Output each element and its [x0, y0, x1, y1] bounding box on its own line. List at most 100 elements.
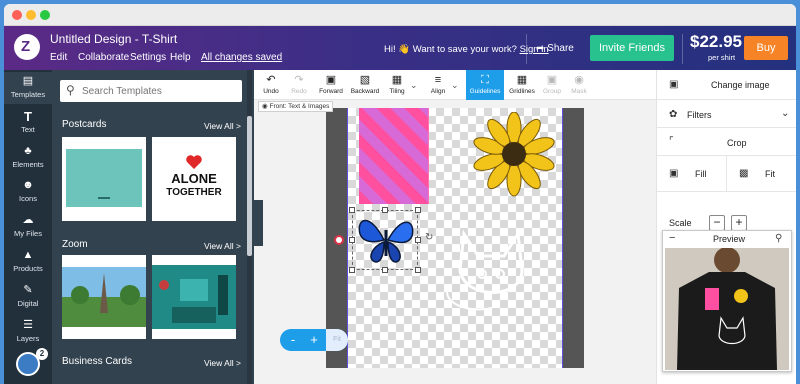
- nav-products-label: Products: [13, 264, 43, 273]
- close-window-button[interactable]: [12, 10, 22, 20]
- nav-digital-label: Digital: [17, 299, 39, 308]
- view-label[interactable]: ◉ Front: Text & Images: [258, 101, 334, 112]
- align-dropdown-chevron-icon[interactable]: ⌄: [451, 80, 459, 91]
- share-label: Share: [547, 43, 574, 54]
- nav-icons[interactable]: ☻ Icons: [4, 176, 52, 208]
- drag-handle[interactable]: [334, 235, 344, 245]
- nav-text[interactable]: T Text: [4, 107, 52, 139]
- nav-digital[interactable]: ✎ Digital: [4, 281, 52, 313]
- template-thumb-zoom-room[interactable]: [152, 255, 236, 339]
- resize-handle[interactable]: [382, 267, 388, 273]
- gridlines-button[interactable]: ▦ Gridlines: [507, 70, 537, 100]
- nav-elements[interactable]: ♣ Elements: [4, 142, 52, 174]
- align-button[interactable]: ≡ Align: [426, 70, 450, 100]
- undo-button[interactable]: ↶ Undo: [259, 70, 283, 100]
- section-title-zoom: Zoom: [62, 239, 88, 250]
- scale-down-button[interactable]: −: [709, 215, 725, 231]
- redo-label: Redo: [291, 88, 307, 95]
- template-thumb-alone-together[interactable]: ALONE TOGETHER: [152, 137, 236, 221]
- zoom-icon[interactable]: ⚲: [775, 233, 782, 244]
- backward-button[interactable]: ▧ Backward: [348, 70, 382, 100]
- tiling-icon: ▦: [391, 74, 403, 86]
- filters-row[interactable]: ✿ Filters ⌄: [657, 100, 796, 128]
- templates-scroll-thumb[interactable]: [247, 116, 252, 256]
- zazzle-logo[interactable]: Z: [14, 34, 40, 60]
- fit-icon: ▩: [739, 168, 749, 179]
- menu-help[interactable]: Help: [170, 52, 191, 63]
- resize-handle[interactable]: [415, 207, 421, 213]
- selection-box[interactable]: [352, 210, 418, 270]
- view-all-zoom-link[interactable]: View All >: [204, 241, 241, 251]
- crop-icon: ⌜: [669, 136, 674, 147]
- resize-handle[interactable]: [415, 237, 421, 243]
- crop-label: Crop: [727, 138, 747, 148]
- group-icon: ▣: [546, 74, 558, 86]
- guidelines-label: Guidelines: [469, 88, 501, 95]
- mask-button[interactable]: ◉ Mask: [568, 70, 590, 100]
- minimize-window-button[interactable]: [26, 10, 36, 20]
- chevron-down-icon: ⌄: [781, 108, 790, 119]
- text-icon: T: [24, 109, 32, 124]
- filters-label: Filters: [687, 110, 712, 120]
- tshirt-preview-image[interactable]: [665, 248, 789, 370]
- maximize-window-button[interactable]: [40, 10, 50, 20]
- change-image-row[interactable]: ▣ Change image: [657, 70, 796, 100]
- tshirt-model-graphic: [665, 248, 789, 370]
- crop-row[interactable]: ⌜ Crop: [657, 128, 796, 156]
- tshirt-icon: ▲: [22, 249, 34, 261]
- resize-handle[interactable]: [349, 267, 355, 273]
- preview-collapse-button[interactable]: −: [669, 232, 675, 244]
- fit-button[interactable]: ▩ Fit: [727, 156, 796, 192]
- template-search: ⚲: [60, 80, 242, 102]
- document-title[interactable]: Untitled Design - T-Shirt: [50, 32, 177, 46]
- scale-up-button[interactable]: +: [731, 215, 747, 231]
- resize-handle[interactable]: [415, 267, 421, 273]
- menu-edit[interactable]: Edit: [50, 52, 67, 63]
- view-all-business-cards-link[interactable]: View All >: [204, 358, 241, 368]
- resize-handle[interactable]: [349, 207, 355, 213]
- zoom-fit-button[interactable]: Fit: [326, 329, 348, 351]
- fill-button[interactable]: ▣ Fill: [657, 156, 727, 192]
- collapse-panel-toggle[interactable]: [254, 200, 263, 246]
- tiling-dropdown-chevron-icon[interactable]: ⌄: [410, 80, 418, 91]
- view-all-postcards-link[interactable]: View All >: [204, 121, 241, 131]
- cat-lineart-image[interactable]: [434, 204, 554, 324]
- nav-layers[interactable]: ☰ Layers: [4, 316, 52, 348]
- zoom-in-button[interactable]: +: [306, 331, 322, 349]
- menu-collaborate[interactable]: Collaborate: [78, 52, 129, 63]
- argyle-pattern-image[interactable]: [359, 108, 429, 204]
- image-icon: ▣: [669, 79, 679, 90]
- search-input[interactable]: [82, 83, 232, 99]
- templates-scrollbar[interactable]: [247, 70, 252, 384]
- share-button[interactable]: ➦ Share: [536, 43, 574, 54]
- nav-templates[interactable]: ▤ Templates: [4, 72, 52, 104]
- template-thumb-zoom-paris[interactable]: [62, 255, 146, 339]
- nav-icons-label: Icons: [19, 194, 37, 203]
- tiling-button[interactable]: ▦ Tiling: [385, 70, 409, 100]
- saved-status-link[interactable]: All changes saved: [201, 52, 282, 63]
- fill-icon: ▣: [669, 168, 679, 179]
- redo-button[interactable]: ↷ Redo: [287, 70, 311, 100]
- template-thumb-postcard-teal[interactable]: [62, 137, 146, 221]
- search-icon: ⚲: [66, 83, 75, 97]
- elements-icon: ♣: [24, 145, 32, 157]
- tiling-label: Tiling: [389, 88, 405, 95]
- rotate-icon[interactable]: ↻: [425, 232, 433, 243]
- resize-handle[interactable]: [382, 207, 388, 213]
- filters-icon: ✿: [669, 109, 678, 120]
- guidelines-button[interactable]: ⛶ Guidelines: [466, 70, 504, 100]
- zoom-out-button[interactable]: -: [285, 331, 301, 349]
- edit-toolbar: ↶ Undo ↷ Redo ▣ Forward ▧ Backward ▦ Til…: [254, 70, 656, 100]
- mask-icon: ◉: [574, 74, 584, 86]
- forward-button[interactable]: ▣ Forward: [316, 70, 346, 100]
- group-button[interactable]: ▣ Group: [540, 70, 564, 100]
- menu-settings[interactable]: Settings: [130, 52, 166, 63]
- templates-panel: ⚲ Postcards View All > ALONE TOGETHER Zo…: [52, 70, 254, 384]
- nav-my-files[interactable]: ☁ My Files: [4, 211, 52, 243]
- sunflower-image[interactable]: [466, 112, 566, 198]
- invite-friends-button[interactable]: Invite Friends: [590, 35, 674, 61]
- nav-products[interactable]: ▲ Products: [4, 246, 52, 278]
- resize-handle[interactable]: [349, 237, 355, 243]
- section-title-postcards: Postcards: [62, 119, 107, 130]
- buy-button[interactable]: Buy: [744, 36, 788, 60]
